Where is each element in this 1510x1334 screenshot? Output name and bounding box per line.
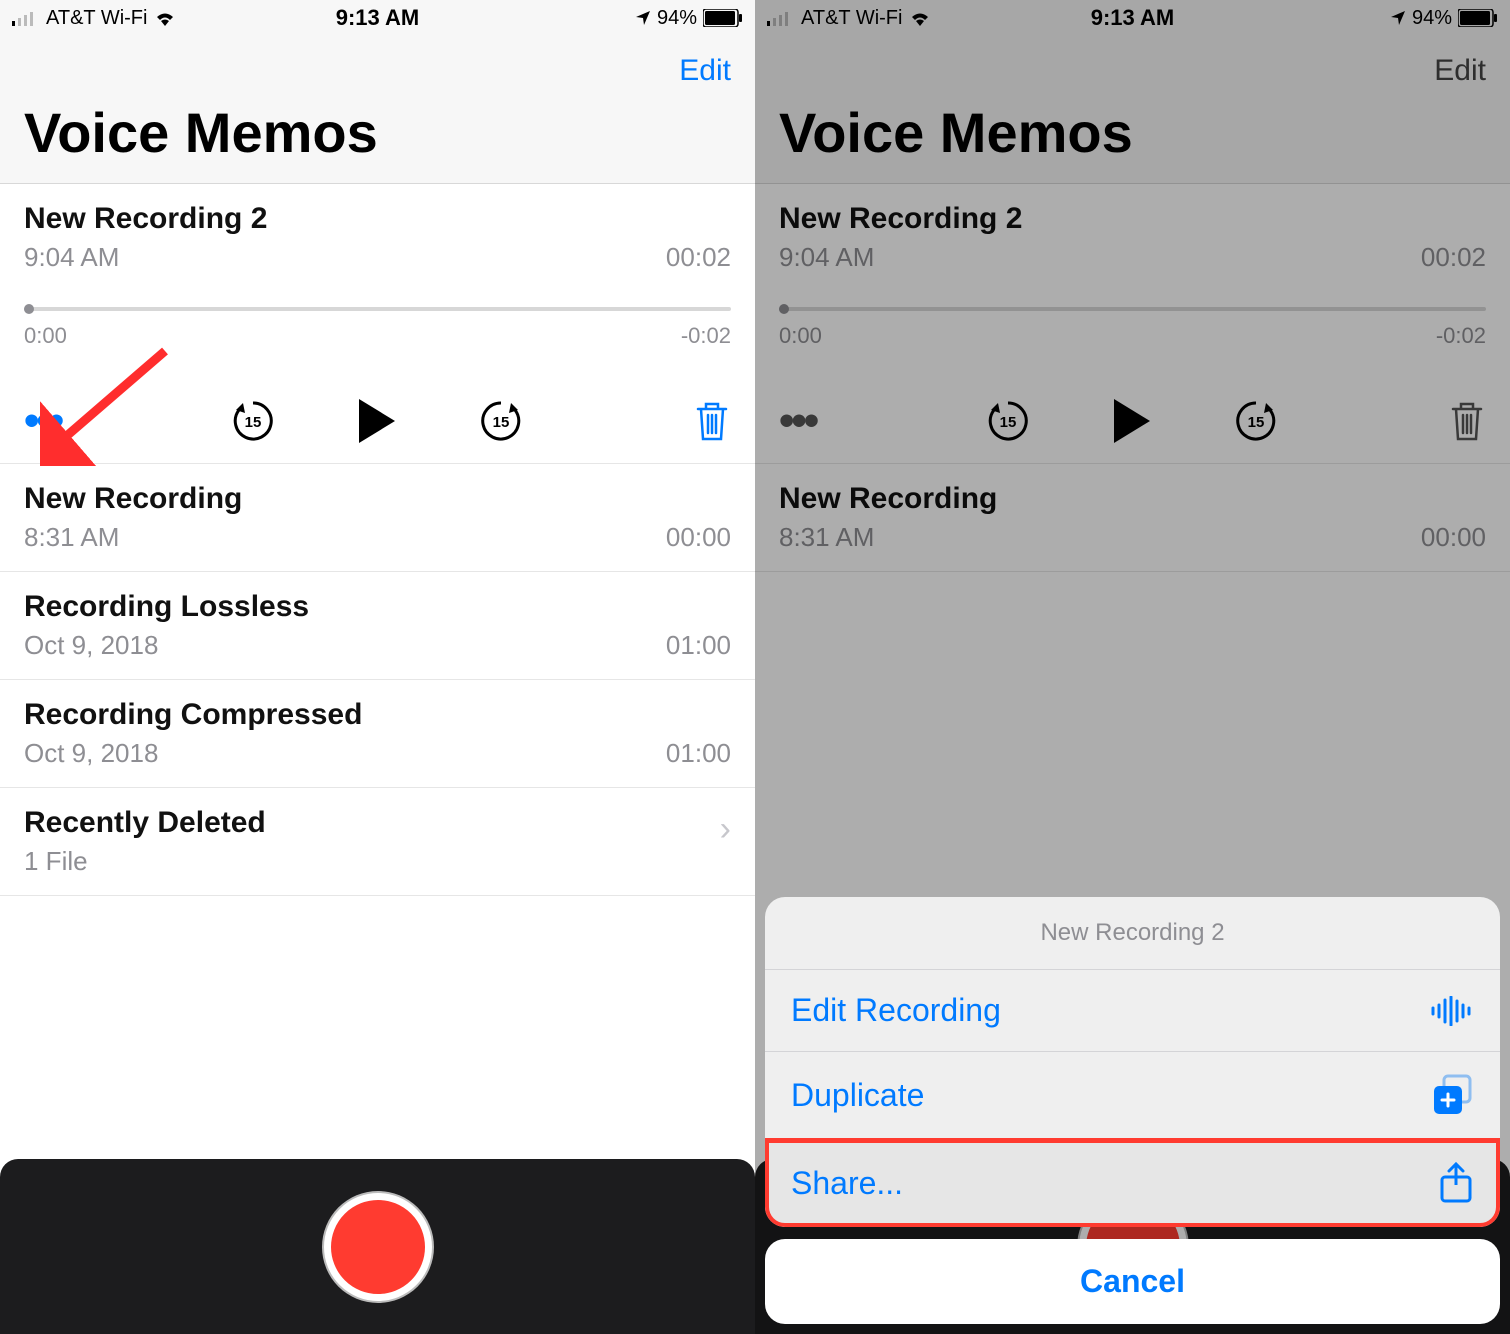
recording-time: Oct 9, 2018 — [24, 738, 158, 769]
sheet-item-label: Share... — [791, 1165, 903, 1202]
recording-time: Oct 9, 2018 — [24, 630, 158, 661]
phone-right: AT&T Wi-Fi 9:13 AM 94% Edit Voice Memos … — [755, 0, 1510, 1334]
trash-icon — [1448, 399, 1486, 443]
recordings-list: New Recording 2 9:04 AM 00:02 0:00 -0:02… — [755, 184, 1510, 572]
recording-title: New Recording — [779, 482, 1486, 516]
edit-button: Edit — [1434, 54, 1486, 88]
navbar: Edit Voice Memos — [0, 36, 755, 184]
recording-duration: 01:00 — [666, 630, 731, 661]
waveform-icon — [1430, 996, 1474, 1026]
sheet-item-label: Edit Recording — [791, 992, 1001, 1029]
trash-icon[interactable] — [693, 399, 731, 443]
share-icon — [1438, 1161, 1474, 1205]
recording-expanded: New Recording 2 9:04 AM 00:02 0:00 -0:02… — [755, 184, 1510, 464]
clock: 9:13 AM — [0, 5, 755, 31]
recording-title: Recording Compressed — [24, 698, 731, 732]
skip-forward-icon: 15 — [1232, 397, 1280, 445]
play-icon — [1110, 397, 1154, 445]
recording-time: 9:04 AM — [779, 242, 874, 273]
chevron-right-icon: › — [720, 810, 731, 849]
recording-title: New Recording 2 — [24, 202, 731, 236]
sheet-cancel[interactable]: Cancel — [765, 1239, 1500, 1324]
list-item[interactable]: Recording Lossless Oct 9, 2018 01:00 — [0, 572, 755, 680]
sheet-title: New Recording 2 — [765, 897, 1500, 970]
deleted-label: Recently Deleted — [24, 806, 731, 840]
sheet-share[interactable]: Share... — [765, 1139, 1500, 1227]
remaining-label: -0:02 — [1436, 323, 1486, 349]
sheet-item-label: Duplicate — [791, 1077, 924, 1114]
recording-duration: 00:00 — [666, 522, 731, 553]
page-title: Voice Memos — [755, 92, 1510, 183]
status-bar: AT&T Wi-Fi 9:13 AM 94% — [755, 0, 1510, 36]
svg-text:15: 15 — [493, 414, 510, 431]
recording-duration: 00:02 — [666, 242, 731, 273]
navbar: Edit Voice Memos — [755, 36, 1510, 184]
sheet-edit-recording[interactable]: Edit Recording — [765, 970, 1500, 1052]
more-icon: ••• — [779, 414, 816, 428]
recording-time: 8:31 AM — [24, 522, 119, 553]
svg-text:15: 15 — [1248, 414, 1265, 431]
record-bar — [0, 1159, 755, 1334]
recordings-list: New Recording 2 9:04 AM 00:02 0:00 -0:02… — [0, 184, 755, 896]
play-icon[interactable] — [355, 397, 399, 445]
list-item[interactable]: Recording Compressed Oct 9, 2018 01:00 — [0, 680, 755, 788]
more-icon[interactable]: ••• — [24, 414, 61, 428]
recording-duration: 01:00 — [666, 738, 731, 769]
list-item[interactable]: New Recording 8:31 AM 00:00 — [0, 464, 755, 572]
recording-duration: 00:02 — [1421, 242, 1486, 273]
svg-text:15: 15 — [1000, 414, 1017, 431]
duplicate-icon — [1432, 1074, 1474, 1116]
recently-deleted-row[interactable]: › Recently Deleted 1 File — [0, 788, 755, 896]
scrubber[interactable] — [24, 307, 731, 317]
skip-back-icon[interactable]: 15 — [229, 397, 277, 445]
recording-duration: 00:00 — [1421, 522, 1486, 553]
edit-button[interactable]: Edit — [679, 54, 731, 88]
svg-text:15: 15 — [245, 414, 262, 431]
recording-title: New Recording 2 — [779, 202, 1486, 236]
skip-forward-icon[interactable]: 15 — [477, 397, 525, 445]
recording-title: New Recording — [24, 482, 731, 516]
recording-time: 9:04 AM — [24, 242, 119, 273]
recording-time: 8:31 AM — [779, 522, 874, 553]
recording-expanded[interactable]: New Recording 2 9:04 AM 00:02 0:00 -0:02… — [0, 184, 755, 464]
skip-back-icon: 15 — [984, 397, 1032, 445]
elapsed-label: 0:00 — [779, 323, 822, 349]
status-bar: AT&T Wi-Fi 9:13 AM 94% — [0, 0, 755, 36]
clock: 9:13 AM — [755, 5, 1510, 31]
scrubber — [779, 307, 1486, 317]
record-button[interactable] — [324, 1193, 432, 1301]
action-sheet: New Recording 2 Edit Recording Duplicate… — [755, 887, 1510, 1334]
remaining-label: -0:02 — [681, 323, 731, 349]
page-title: Voice Memos — [0, 92, 755, 183]
elapsed-label: 0:00 — [24, 323, 67, 349]
sheet-duplicate[interactable]: Duplicate — [765, 1052, 1500, 1139]
list-item: New Recording 8:31 AM 00:00 — [755, 464, 1510, 572]
phone-left: AT&T Wi-Fi 9:13 AM 94% Edit Voice Memos … — [0, 0, 755, 1334]
recording-title: Recording Lossless — [24, 590, 731, 624]
deleted-sub: 1 File — [24, 846, 731, 877]
